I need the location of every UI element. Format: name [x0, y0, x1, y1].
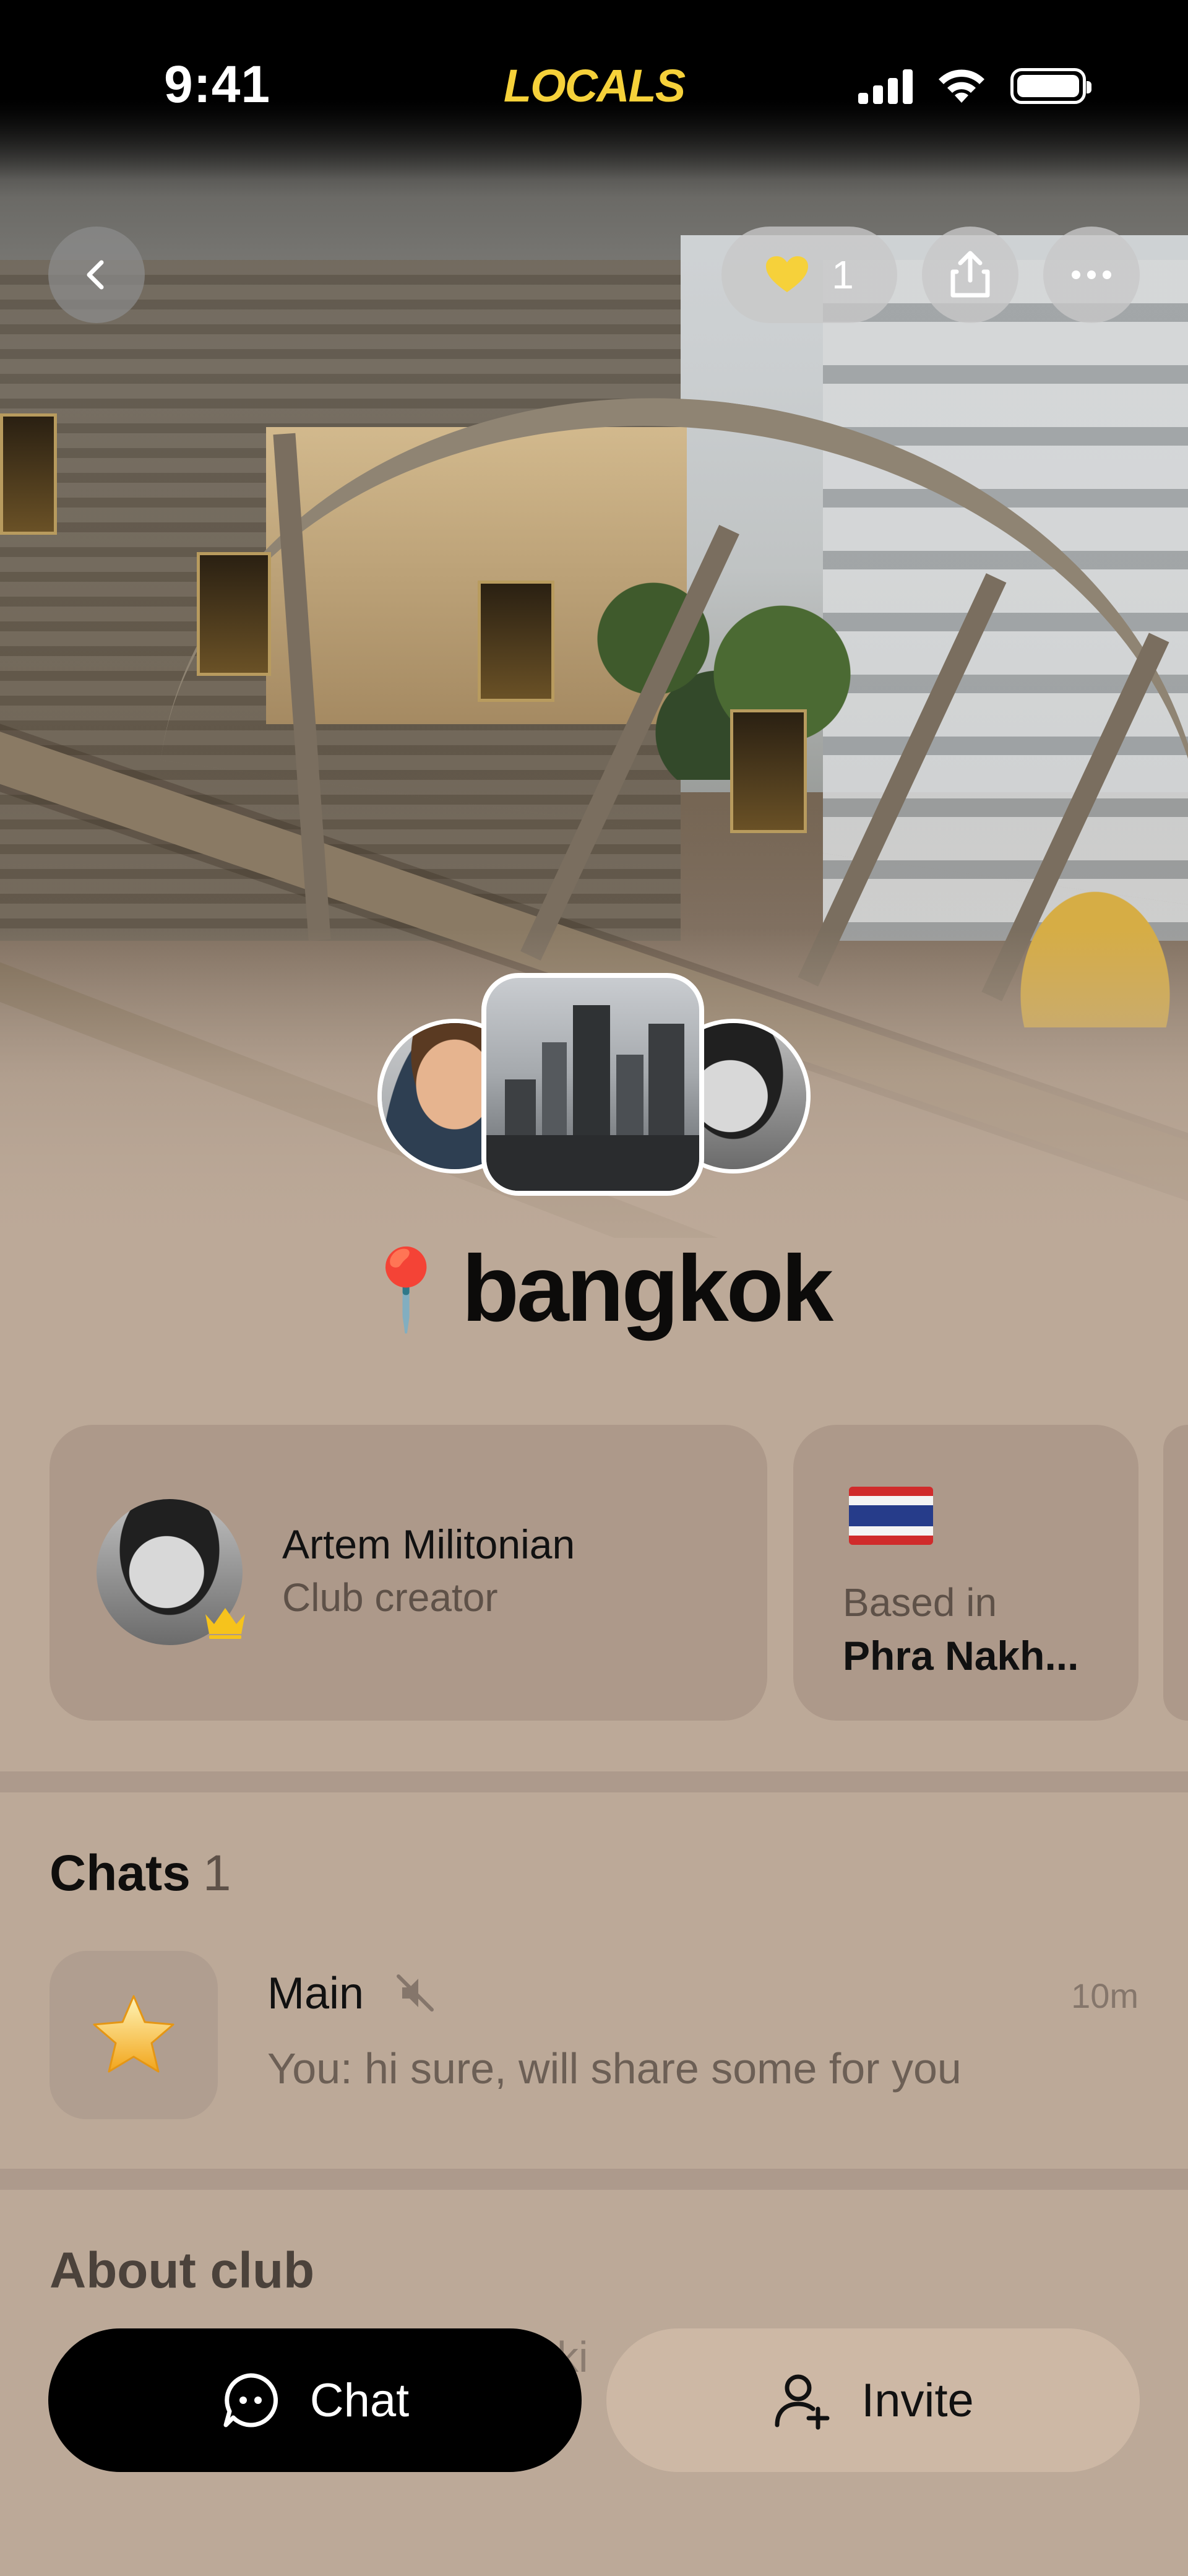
- creator-card[interactable]: Artem Militonian Club creator: [50, 1425, 767, 1721]
- like-count: 1: [832, 253, 854, 297]
- chats-heading: Chats 1: [50, 1844, 231, 1903]
- club-name: bangkok: [462, 1236, 833, 1341]
- chat-button[interactable]: Chat: [48, 2328, 582, 2472]
- status-bar: 9:41 LOCALS: [0, 0, 1188, 179]
- invite-button-label: Invite: [861, 2374, 974, 2427]
- crown-icon: [205, 1608, 245, 1639]
- chats-count: 1: [202, 1845, 231, 1901]
- heart-icon: [766, 256, 809, 292]
- location-card[interactable]: Based in Phra Nakh...: [793, 1425, 1138, 1721]
- chat-time: 10m: [1071, 1976, 1138, 2015]
- mute-icon: [397, 1974, 434, 2012]
- more-button[interactable]: [1043, 227, 1140, 323]
- chat-row-icon[interactable]: [50, 1951, 218, 2119]
- creator-name: Artem Militonian: [282, 1521, 575, 1567]
- star-icon: [93, 1995, 174, 2073]
- battery-icon: [1010, 68, 1091, 104]
- wifi-icon: [939, 69, 984, 103]
- location-value: Phra Nakh...: [843, 1633, 1079, 1679]
- invite-button[interactable]: Invite: [606, 2328, 1140, 2472]
- share-button[interactable]: [922, 227, 1018, 323]
- next-card-peek[interactable]: [1163, 1425, 1188, 1721]
- add-user-icon: [775, 2374, 830, 2430]
- club-title: 📍bangkok: [0, 1235, 1188, 1343]
- chat-preview[interactable]: You: hi sure, will share some for you: [267, 2044, 962, 2093]
- chat-bubble-icon: [223, 2373, 278, 2427]
- chat-button-label: Chat: [309, 2374, 410, 2427]
- chat-name[interactable]: Main: [267, 1968, 364, 2019]
- signal-icon: [858, 68, 913, 104]
- back-button[interactable]: [48, 227, 145, 323]
- thailand-flag-icon: [849, 1487, 933, 1545]
- like-button[interactable]: 1: [721, 227, 897, 323]
- section-divider: [0, 2169, 1188, 2190]
- status-icons: [858, 67, 1091, 105]
- hero-poster: [478, 581, 554, 702]
- more-icon: [1072, 270, 1111, 279]
- about-heading: About club: [50, 2242, 315, 2299]
- share-icon: [950, 251, 990, 298]
- hero-poster: [730, 709, 807, 833]
- club-avatar: [481, 973, 704, 1196]
- hero-poster: [0, 413, 57, 535]
- hero-poster: [197, 552, 271, 676]
- chats-title: Chats: [50, 1845, 191, 1901]
- location-label: Based in: [843, 1580, 997, 1625]
- creator-role: Club creator: [282, 1575, 498, 1620]
- chevron-left-icon: [87, 260, 104, 290]
- section-divider: [0, 1771, 1188, 1792]
- pin-icon: 📍: [356, 1246, 455, 1334]
